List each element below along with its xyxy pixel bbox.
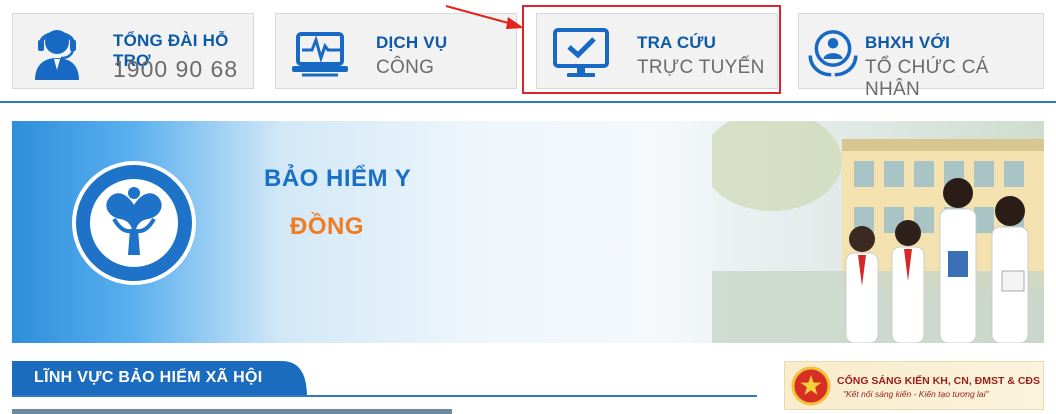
students-school-photo [712, 121, 1044, 343]
hotline-number: 1900 90 68 [113, 56, 239, 82]
headset-agent-icon [35, 30, 79, 80]
national-emblem-icon [791, 366, 831, 406]
banner-subheadline: ĐỒNG [290, 213, 364, 240]
quick-link-organizations[interactable]: BHXH VỚI TỔ CHỨC CÁ NHÂN [798, 13, 1044, 100]
section-header[interactable]: LĨNH VỰC BẢO HIỂM XÃ HỘI [12, 361, 307, 397]
organizations-subtitle: TỔ CHỨC CÁ NHÂN [865, 57, 989, 100]
annotation-arrow-icon [445, 5, 524, 29]
quick-link-online-lookup[interactable]: TRA CỨU TRỰC TUYẾN [536, 13, 778, 89]
online-lookup-subtitle: TRỰC TUYẾN [637, 57, 765, 78]
bhxh-logo: BẢO HIỂM XÃ HỘI VIỆT NAM [72, 161, 196, 285]
section-divider [12, 395, 757, 397]
innovation-portal-title: CỔNG SÁNG KIẾN KH, CN, ĐMST & CĐS [837, 375, 1041, 387]
online-lookup-title: TRA CỨU [637, 33, 717, 52]
people-hands-icon [808, 30, 858, 77]
hero-banner[interactable]: BẢO HIỂM XÃ HỘI VIỆT NAM BẢO HIỂM Y ĐỒNG [12, 121, 1044, 343]
banner-headline: BẢO HIỂM Y [264, 165, 412, 192]
innovation-portal-tagline: "Kết nối sáng kiến - Kiến tạo tương lai" [843, 389, 989, 399]
news-thumbnail[interactable] [12, 409, 452, 414]
monitor-check-icon [553, 28, 609, 77]
public-service-title: DỊCH VỤ [376, 33, 448, 52]
innovation-portal-banner[interactable]: CỔNG SÁNG KIẾN KH, CN, ĐMST & CĐS "Kết n… [784, 361, 1044, 410]
laptop-pulse-icon [292, 32, 348, 77]
organizations-title: BHXH VỚI [865, 33, 951, 52]
public-service-subtitle: CÔNG [376, 57, 435, 78]
section-title: LĨNH VỰC BẢO HIỂM XÃ HỘI [34, 369, 263, 386]
quick-link-hotline[interactable]: TỔNG ĐÀI HỖ TRỢ 1900 90 68 [12, 13, 254, 89]
header-divider [0, 101, 1056, 103]
